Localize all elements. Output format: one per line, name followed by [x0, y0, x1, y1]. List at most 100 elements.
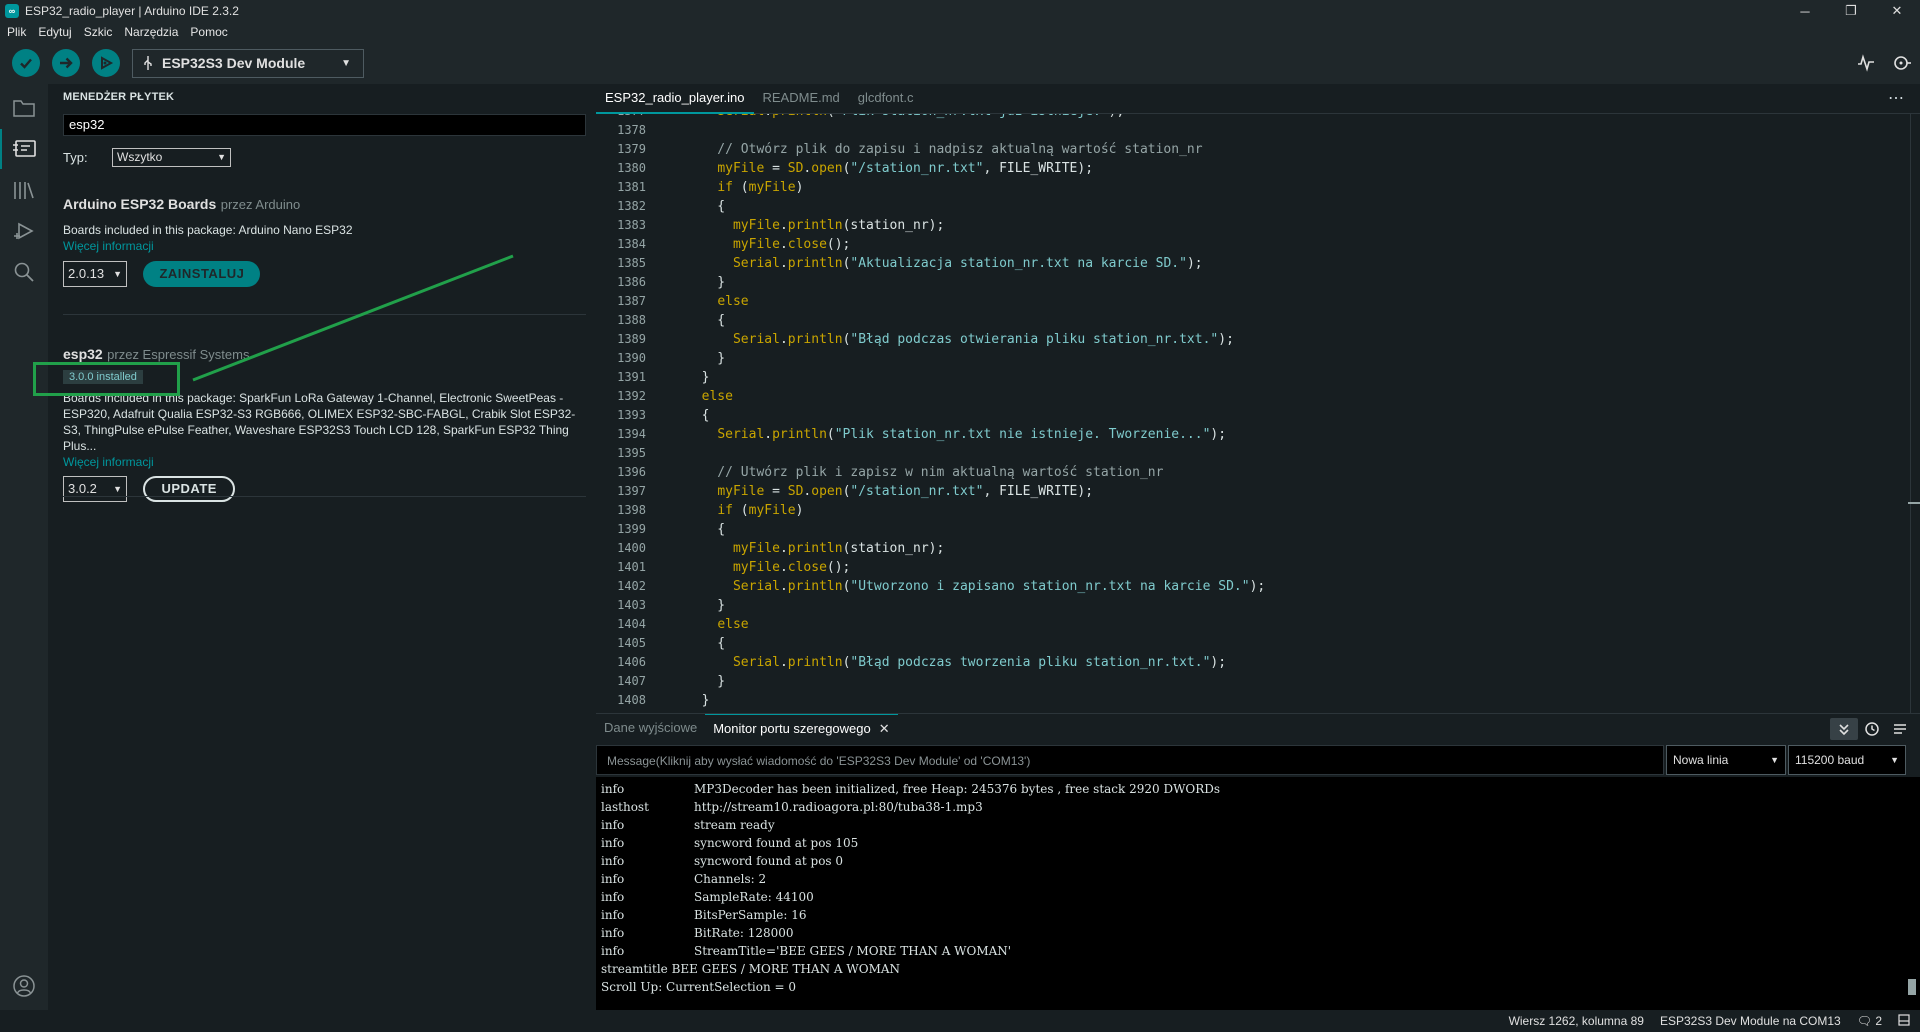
line-number: 1406: [617, 655, 646, 669]
code-text: Serial.println("Plik station_nr.txt już …: [686, 114, 1124, 121]
code-text: }: [686, 275, 726, 290]
serial-scroll-thumb[interactable]: [1908, 979, 1916, 995]
library-manager-button[interactable]: [0, 170, 48, 210]
line-number: 1393: [617, 408, 646, 422]
code-line: 1406 Serial.println("Błąd podczas tworze…: [596, 653, 1920, 672]
debug-panel-button[interactable]: [0, 211, 48, 251]
line-number: 1405: [617, 636, 646, 650]
code-text: Serial.println("Plik station_nr.txt nie …: [717, 427, 1227, 442]
debug-button[interactable]: [92, 49, 120, 77]
code-line: 1398 if (myFile): [596, 501, 1920, 520]
search-panel-button[interactable]: [0, 252, 48, 292]
serial-line: info MP3Decoder has been initialized, fre…: [596, 780, 1920, 798]
menu-sketch[interactable]: Szkic: [84, 25, 113, 39]
editor-scroll-marker[interactable]: [1908, 502, 1920, 504]
activity-bar: [0, 84, 48, 1010]
code-text: // Utwórz plik i zapisz w nim aktualną w…: [686, 465, 1164, 480]
line-number: 1391: [617, 370, 646, 384]
line-ending-select[interactable]: Nowa linia ▼: [1666, 745, 1786, 775]
autoscroll-button[interactable]: [1830, 718, 1858, 740]
log-message: syncword found at pos 105: [694, 836, 859, 850]
account-button[interactable]: [0, 966, 48, 1006]
serial-message-input[interactable]: Message(Kliknij aby wysłać wiadomość do …: [596, 745, 1664, 775]
library-icon: [14, 182, 34, 199]
upload-button[interactable]: [52, 49, 80, 77]
timestamp-button[interactable]: [1858, 718, 1886, 740]
line-number: 1386: [617, 275, 646, 289]
board-package-description: Boards included in this package: Arduino…: [63, 223, 353, 237]
board-search-input[interactable]: esp32: [63, 114, 586, 136]
plotter-icon: [1858, 54, 1874, 72]
baud-rate-select[interactable]: 115200 baud ▼: [1788, 745, 1906, 775]
board-selector[interactable]: ESP32S3 Dev Module ▼: [132, 48, 364, 78]
code-text: myFile.println(station_nr);: [732, 541, 945, 556]
type-filter-select[interactable]: Wszytko ▼: [112, 148, 231, 167]
minimize-button[interactable]: ─: [1782, 0, 1828, 22]
line-number: 1398: [617, 503, 646, 517]
code-text: {: [686, 313, 726, 328]
code-text: {: [686, 199, 726, 214]
notifications-indicator[interactable]: 🗨 2: [1857, 1014, 1882, 1028]
maximize-button[interactable]: ❐: [1828, 0, 1874, 22]
serial-line: Scroll Up: CurrentSelection = 0: [596, 978, 1920, 996]
menu-tools[interactable]: Narzędzia: [124, 25, 178, 39]
update-button[interactable]: UPDATE: [143, 476, 235, 502]
serial-line: streamtitle BEE GEES / MORE THAN A WOMAN: [596, 960, 1920, 978]
log-message: BitsPerSample: 16: [694, 908, 807, 922]
board-icon: [13, 140, 36, 157]
boards-manager-button[interactable]: [0, 129, 48, 169]
serial-plotter-button[interactable]: [1848, 54, 1884, 72]
caret-down-icon: ▼: [1890, 755, 1899, 765]
more-info-link[interactable]: Więcej informacji: [63, 455, 586, 469]
log-message: Scroll Up: CurrentSelection = 0: [601, 980, 796, 994]
code-line: 1393 {: [596, 406, 1920, 425]
code-editor[interactable]: 1377 Serial.println("Plik station_nr.txt…: [596, 114, 1920, 713]
code-line: 1395: [596, 444, 1920, 463]
code-text: else: [717, 294, 749, 309]
serial-output[interactable]: info MP3Decoder has been initialized, fre…: [596, 777, 1920, 1010]
menu-file[interactable]: Plik: [7, 25, 26, 39]
line-number: 1403: [617, 598, 646, 612]
close-window-button[interactable]: ✕: [1874, 0, 1920, 22]
caret-down-icon: ▼: [217, 152, 226, 162]
more-options-icon[interactable]: ⋯: [1888, 88, 1904, 108]
code-text: myFile = SD.open("/station_nr.txt", FILE…: [717, 484, 1094, 499]
menu-edit[interactable]: Edytuj: [38, 25, 71, 39]
tab-readme[interactable]: README.md: [754, 84, 849, 114]
code-line: 1407 }: [596, 672, 1920, 691]
code-text: Serial.println("Błąd podczas otwierania …: [732, 332, 1234, 347]
caret-down-icon: ▼: [113, 269, 122, 279]
close-icon[interactable]: ✕: [879, 721, 890, 736]
menu-help[interactable]: Pomoc: [190, 25, 227, 39]
code-line: 1403 }: [596, 596, 1920, 615]
serial-line: info Channels: 2: [596, 870, 1920, 888]
install-button[interactable]: ZAINSTALUJ: [143, 261, 261, 287]
log-level: info: [601, 836, 625, 850]
board-port-status[interactable]: ESP32S3 Dev Module na COM13: [1660, 1014, 1841, 1028]
serial-monitor-button[interactable]: [1884, 54, 1920, 72]
sketchbook-button[interactable]: [0, 88, 48, 128]
debug-play-icon: [101, 56, 114, 70]
code-line: 1384 myFile.close();: [596, 235, 1920, 254]
tab-serial-monitor[interactable]: Monitor portu szeregowego ✕: [705, 714, 898, 743]
code-line: 1378: [596, 121, 1920, 140]
line-number: 1385: [617, 256, 646, 270]
version-select[interactable]: 3.0.2 ▼: [63, 476, 127, 502]
code-text: else: [701, 389, 733, 404]
tab-output[interactable]: Dane wyjściowe: [596, 714, 705, 743]
log-message: syncword found at pos 0: [694, 854, 844, 868]
tab-glcdfont[interactable]: glcdfont.c: [849, 84, 923, 114]
version-select[interactable]: 2.0.13 ▼: [63, 261, 127, 287]
tab-serial-monitor-label: Monitor portu szeregowego: [713, 721, 871, 736]
clear-output-button[interactable]: [1886, 718, 1914, 740]
arrow-right-icon: [60, 57, 73, 69]
editor-scroll-track[interactable]: [1910, 114, 1911, 713]
tab-main-sketch[interactable]: ESP32_radio_player.ino: [596, 84, 754, 114]
code-line: 1386 }: [596, 273, 1920, 292]
serial-line: info syncword found at pos 0: [596, 852, 1920, 870]
more-info-link[interactable]: Więcej informacji: [63, 239, 586, 253]
notification-bell-icon: 🗨: [1856, 1014, 1872, 1028]
verify-button[interactable]: [12, 49, 40, 77]
card-divider: [63, 314, 586, 315]
output-panel-toggle[interactable]: [1898, 1013, 1910, 1029]
